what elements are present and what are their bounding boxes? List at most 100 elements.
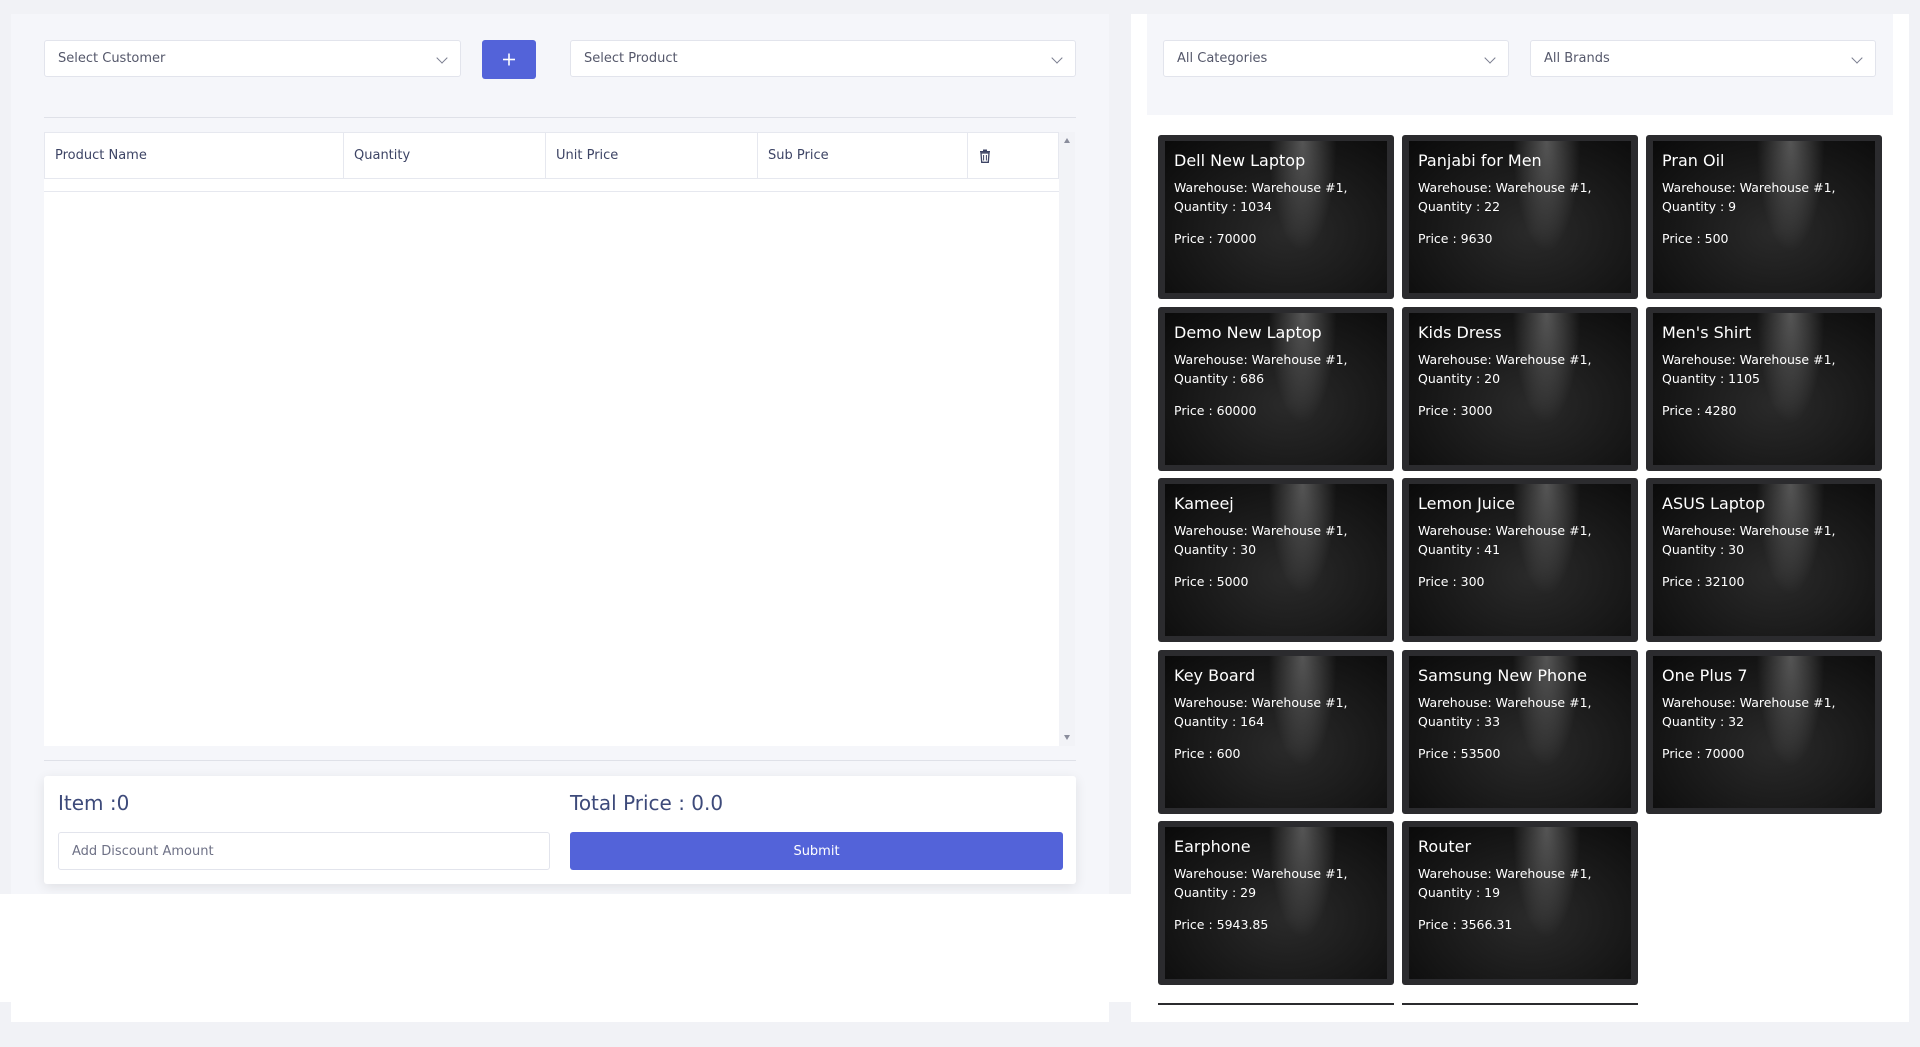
product-name: Pran Oil (1662, 151, 1725, 170)
product-quantity: Quantity : 20 (1418, 371, 1501, 386)
chevron-down-icon (436, 52, 448, 64)
product-card[interactable]: Pran Oil Warehouse: Warehouse #1, Quantity… (1646, 135, 1882, 299)
product-quantity: Quantity : 30 (1174, 542, 1257, 557)
product-name: Samsung New Phone (1418, 666, 1587, 685)
customer-select-placeholder: Select Customer (58, 51, 166, 66)
column-header-sub-price: Sub Price (758, 133, 968, 178)
item-count: Item :0 (58, 791, 130, 815)
table-scrollbar[interactable] (1059, 132, 1075, 746)
product-quantity: Quantity : 1105 (1662, 371, 1760, 386)
product-warehouse: Warehouse: Warehouse #1, (1174, 866, 1348, 881)
cart-table-body (44, 179, 1059, 746)
product-warehouse: Warehouse: Warehouse #1, (1418, 866, 1592, 881)
product-card-partial[interactable] (1158, 1003, 1394, 1005)
table-row-divider (44, 191, 1059, 192)
product-quantity: Quantity : 686 (1174, 371, 1265, 386)
product-name: Men's Shirt (1662, 323, 1752, 342)
customer-select[interactable]: Select Customer (44, 40, 461, 77)
product-name: ASUS Laptop (1662, 494, 1766, 513)
product-price: Price : 70000 (1174, 231, 1257, 246)
brand-select-value: All Brands (1544, 51, 1610, 66)
chevron-down-icon (1051, 52, 1063, 64)
chevron-down-icon (1484, 52, 1496, 64)
product-price: Price : 600 (1174, 746, 1241, 761)
add-customer-button[interactable] (482, 40, 536, 79)
product-card[interactable]: One Plus 7 Warehouse: Warehouse #1, Quanti… (1646, 650, 1882, 814)
product-warehouse: Warehouse: Warehouse #1, (1662, 695, 1836, 710)
scroll-up-icon[interactable] (1064, 138, 1070, 143)
product-price: Price : 4280 (1662, 403, 1737, 418)
product-warehouse: Warehouse: Warehouse #1, (1174, 523, 1348, 538)
product-price: Price : 70000 (1662, 746, 1745, 761)
product-price: Price : 5943.85 (1174, 917, 1269, 932)
product-name: Router (1418, 837, 1472, 856)
category-select[interactable]: All Categories (1163, 40, 1509, 77)
product-price: Price : 53500 (1418, 746, 1501, 761)
column-header-product-name: Product Name (45, 133, 344, 178)
product-price: Price : 60000 (1174, 403, 1257, 418)
column-header-unit-price: Unit Price (546, 133, 758, 178)
product-card[interactable]: Kids Dress Warehouse: Warehouse #1, Quanti… (1402, 307, 1638, 471)
product-card[interactable]: Key Board Warehouse: Warehouse #1, Quantit… (1158, 650, 1394, 814)
divider (44, 760, 1076, 761)
product-quantity: Quantity : 164 (1174, 714, 1265, 729)
product-warehouse: Warehouse: Warehouse #1, (1418, 352, 1592, 367)
product-card-partial[interactable] (1402, 1003, 1638, 1005)
product-warehouse: Warehouse: Warehouse #1, (1662, 523, 1836, 538)
product-select-placeholder: Select Product (584, 51, 678, 66)
product-quantity: Quantity : 41 (1418, 542, 1501, 557)
product-warehouse: Warehouse: Warehouse #1, (1418, 695, 1592, 710)
product-quantity: Quantity : 1034 (1174, 199, 1272, 214)
product-price: Price : 3000 (1418, 403, 1493, 418)
product-name: Lemon Juice (1418, 494, 1516, 513)
product-name: Demo New Laptop (1174, 323, 1322, 342)
product-card[interactable]: Men's Shirt Warehouse: Warehouse #1, Quant… (1646, 307, 1882, 471)
page-background (0, 894, 1131, 1002)
trash-icon[interactable] (978, 149, 992, 163)
product-quantity: Quantity : 32 (1662, 714, 1745, 729)
product-name: Kameej (1174, 494, 1234, 513)
discount-input[interactable] (58, 832, 550, 870)
product-card[interactable]: Router Warehouse: Warehouse #1, Quantity :… (1402, 821, 1638, 985)
product-price: Price : 5000 (1174, 574, 1249, 589)
product-quantity: Quantity : 22 (1418, 199, 1501, 214)
product-price: Price : 300 (1418, 574, 1485, 589)
product-warehouse: Warehouse: Warehouse #1, (1174, 352, 1348, 367)
product-card[interactable]: Kameej Warehouse: Warehouse #1, Quantity :… (1158, 478, 1394, 642)
product-warehouse: Warehouse: Warehouse #1, (1662, 180, 1836, 195)
product-select[interactable]: Select Product (570, 40, 1076, 77)
category-select-value: All Categories (1177, 51, 1268, 66)
product-card[interactable]: Earphone Warehouse: Warehouse #1, Quantity… (1158, 821, 1394, 985)
product-quantity: Quantity : 29 (1174, 885, 1257, 900)
order-summary: Item :0 Total Price : 0.0 Submit (44, 776, 1076, 884)
product-price: Price : 9630 (1418, 231, 1493, 246)
total-price: Total Price : 0.0 (570, 791, 724, 815)
product-card[interactable]: Samsung New Phone Warehouse: Warehouse #1… (1402, 650, 1638, 814)
scroll-down-icon[interactable] (1064, 735, 1070, 740)
product-name: Dell New Laptop (1174, 151, 1306, 170)
product-card[interactable]: Panjabi for Men Warehouse: Warehouse #1, Q… (1402, 135, 1638, 299)
chevron-down-icon (1851, 52, 1863, 64)
product-name: Earphone (1174, 837, 1251, 856)
product-name: One Plus 7 (1662, 666, 1748, 685)
product-warehouse: Warehouse: Warehouse #1, (1174, 180, 1348, 195)
product-warehouse: Warehouse: Warehouse #1, (1418, 180, 1592, 195)
product-warehouse: Warehouse: Warehouse #1, (1174, 695, 1348, 710)
product-quantity: Quantity : 33 (1418, 714, 1501, 729)
product-quantity: Quantity : 9 (1662, 199, 1737, 214)
product-warehouse: Warehouse: Warehouse #1, (1418, 523, 1592, 538)
product-card[interactable]: Demo New Laptop Warehouse: Warehouse #1, Q… (1158, 307, 1394, 471)
divider (44, 117, 1076, 118)
product-quantity: Quantity : 30 (1662, 542, 1745, 557)
column-header-delete (968, 133, 1058, 178)
submit-button[interactable]: Submit (570, 832, 1063, 870)
product-card[interactable]: Lemon Juice Warehouse: Warehouse #1, Quant… (1402, 478, 1638, 642)
product-card[interactable]: Dell New Laptop Warehouse: Warehouse #1, Q… (1158, 135, 1394, 299)
product-name: Kids Dress (1418, 323, 1502, 342)
product-name: Key Board (1174, 666, 1256, 685)
brand-select[interactable]: All Brands (1530, 40, 1876, 77)
product-name: Panjabi for Men (1418, 151, 1542, 170)
product-price: Price : 32100 (1662, 574, 1745, 589)
product-card[interactable]: ASUS Laptop Warehouse: Warehouse #1, Quant… (1646, 478, 1882, 642)
plus-icon (503, 53, 515, 66)
